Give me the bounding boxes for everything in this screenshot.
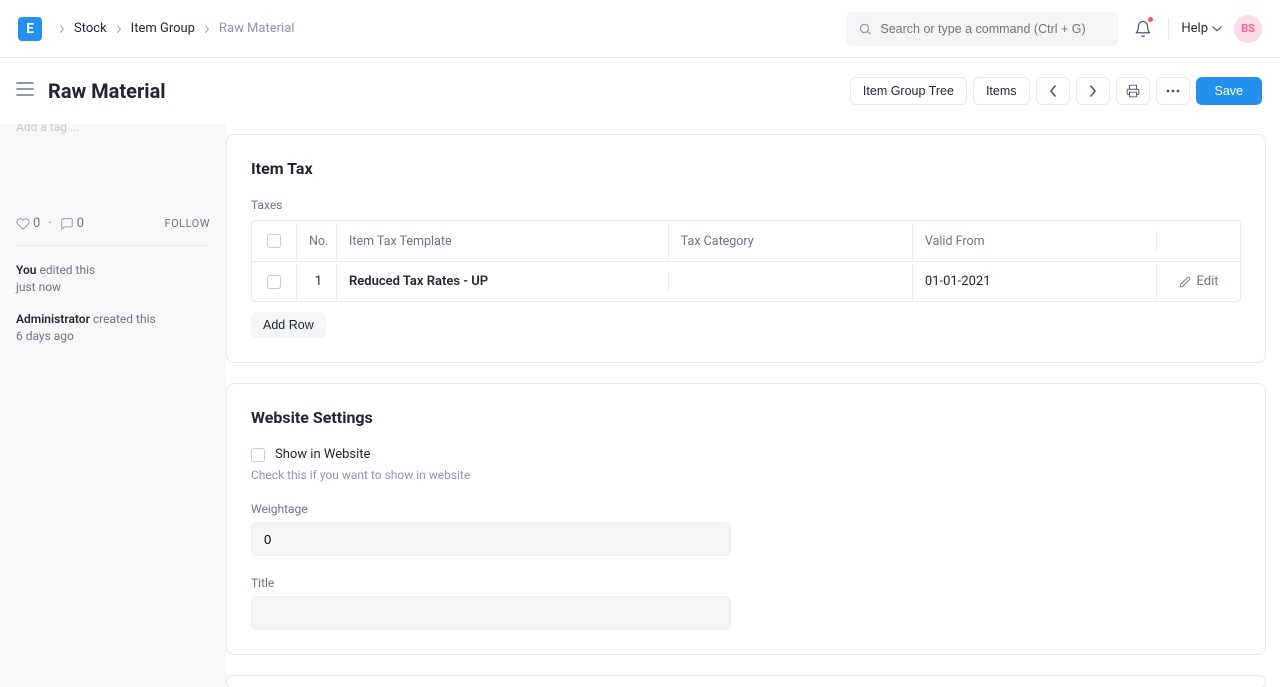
notifications-button[interactable] xyxy=(1130,16,1156,42)
timeline-who: You xyxy=(16,263,36,277)
breadcrumb-item-group[interactable]: Item Group xyxy=(131,21,195,36)
chevron-right-icon xyxy=(58,25,66,33)
search-bar[interactable] xyxy=(846,12,1118,46)
help-menu[interactable]: Help xyxy=(1181,21,1222,36)
show-in-website-label: Show in Website xyxy=(275,447,370,462)
menu-icon xyxy=(16,82,34,96)
item-tax-heading: Item Tax xyxy=(251,159,1241,178)
bell-icon xyxy=(1134,20,1152,38)
timeline-who: Administrator xyxy=(16,312,90,326)
page-actions: Item Group Tree Items Save xyxy=(850,77,1262,105)
chevron-right-icon xyxy=(203,25,211,33)
follow-button[interactable]: FOLLOW xyxy=(165,217,210,230)
timeline-when: just now xyxy=(16,280,61,294)
app-logo[interactable]: E xyxy=(18,17,42,41)
page-title: Raw Material xyxy=(48,79,166,103)
collapsed-card xyxy=(226,675,1266,687)
tag-input-placeholder[interactable]: Add a tag ... xyxy=(16,124,210,134)
print-button[interactable] xyxy=(1116,77,1150,105)
page-header: Raw Material Item Group Tree Items Save xyxy=(0,58,1280,124)
search-icon xyxy=(858,22,872,36)
weightage-group: Weightage xyxy=(251,502,731,556)
show-in-website-help: Check this if you want to show in websit… xyxy=(251,468,1241,482)
weightage-input[interactable] xyxy=(251,522,731,556)
timeline-entry: Administrator created this 6 days ago xyxy=(16,311,210,346)
main: Add a tag ... 0 · 0 FOLLOW You edited th… xyxy=(0,124,1280,687)
sidebar-toggle[interactable] xyxy=(16,82,38,100)
row-template: Reduced Tax Rates - UP xyxy=(336,264,668,299)
avatar[interactable]: BS xyxy=(1234,15,1262,43)
breadcrumb-item-stock[interactable]: Stock xyxy=(74,21,107,36)
table-row[interactable]: 1 Reduced Tax Rates - UP 01-01-2021 Edit xyxy=(252,261,1240,301)
chevron-down-icon xyxy=(1212,24,1222,34)
timeline-when: 6 days ago xyxy=(16,329,74,343)
heart-icon xyxy=(16,217,30,231)
navbar-right: Help BS xyxy=(846,12,1262,46)
navbar: E Stock Item Group Raw Material xyxy=(0,0,1280,58)
row-category xyxy=(668,272,912,292)
col-category: Tax Category xyxy=(668,224,912,259)
printer-icon xyxy=(1126,84,1140,98)
taxes-label: Taxes xyxy=(251,198,1241,212)
taxes-table: No. Item Tax Template Tax Category Valid… xyxy=(251,220,1241,302)
engagement-row: 0 · 0 FOLLOW xyxy=(16,216,210,231)
pencil-icon xyxy=(1179,276,1191,288)
timeline-entry: You edited this just now xyxy=(16,262,210,297)
weightage-label: Weightage xyxy=(251,502,731,516)
chevron-left-icon xyxy=(1049,85,1057,97)
likes[interactable]: 0 xyxy=(16,216,40,231)
navbar-left: E Stock Item Group Raw Material xyxy=(18,17,294,41)
search-input[interactable] xyxy=(880,22,1106,36)
title-group: Title xyxy=(251,576,731,630)
items-button[interactable]: Items xyxy=(973,77,1030,105)
col-template: Item Tax Template xyxy=(336,224,668,259)
prev-button[interactable] xyxy=(1036,77,1070,105)
timeline-what: created this xyxy=(93,312,156,326)
comments-count: 0 xyxy=(77,216,84,231)
save-button[interactable]: Save xyxy=(1196,77,1263,105)
select-all-cell xyxy=(252,224,296,258)
col-actions xyxy=(1156,231,1240,251)
table-header: No. Item Tax Template Tax Category Valid… xyxy=(252,221,1240,261)
timeline-what: edited this xyxy=(39,263,95,277)
show-in-website-row: Show in Website xyxy=(251,447,1241,462)
chevron-right-icon xyxy=(115,25,123,33)
website-settings-card: Website Settings Show in Website Check t… xyxy=(226,383,1266,655)
item-tax-card: Item Tax Taxes No. Item Tax Template Tax… xyxy=(226,134,1266,363)
help-label: Help xyxy=(1181,21,1208,36)
row-edit-button[interactable]: Edit xyxy=(1156,264,1240,299)
sidebar: Add a tag ... 0 · 0 FOLLOW You edited th… xyxy=(0,124,226,687)
select-all-checkbox[interactable] xyxy=(267,234,281,248)
website-settings-heading: Website Settings xyxy=(251,408,1241,427)
item-group-tree-button[interactable]: Item Group Tree xyxy=(850,77,967,105)
col-valid-from: Valid From xyxy=(912,224,1156,259)
next-button[interactable] xyxy=(1076,77,1110,105)
more-horizontal-icon xyxy=(1166,89,1180,93)
dot-separator: · xyxy=(48,216,51,231)
title-label: Title xyxy=(251,576,731,590)
comments[interactable]: 0 xyxy=(60,216,84,231)
row-valid-from: 01-01-2021 xyxy=(912,264,1156,299)
page-header-left: Raw Material xyxy=(16,79,166,103)
divider xyxy=(1168,18,1169,40)
likes-count: 0 xyxy=(33,216,40,231)
row-checkbox[interactable] xyxy=(267,275,281,289)
chevron-right-icon xyxy=(1089,85,1097,97)
notification-dot xyxy=(1148,17,1153,22)
breadcrumb-current: Raw Material xyxy=(219,21,294,36)
title-input[interactable] xyxy=(251,596,731,630)
col-no: No. xyxy=(296,224,336,259)
content-area: Item Tax Taxes No. Item Tax Template Tax… xyxy=(226,124,1280,687)
add-row-button[interactable]: Add Row xyxy=(251,312,326,338)
more-button[interactable] xyxy=(1156,77,1190,105)
divider xyxy=(16,245,210,246)
breadcrumb: Stock Item Group Raw Material xyxy=(58,21,294,36)
comment-icon xyxy=(60,217,74,231)
edit-label: Edit xyxy=(1197,274,1219,289)
row-select-cell xyxy=(252,265,296,299)
row-no: 1 xyxy=(296,264,336,299)
show-in-website-checkbox[interactable] xyxy=(251,448,265,462)
